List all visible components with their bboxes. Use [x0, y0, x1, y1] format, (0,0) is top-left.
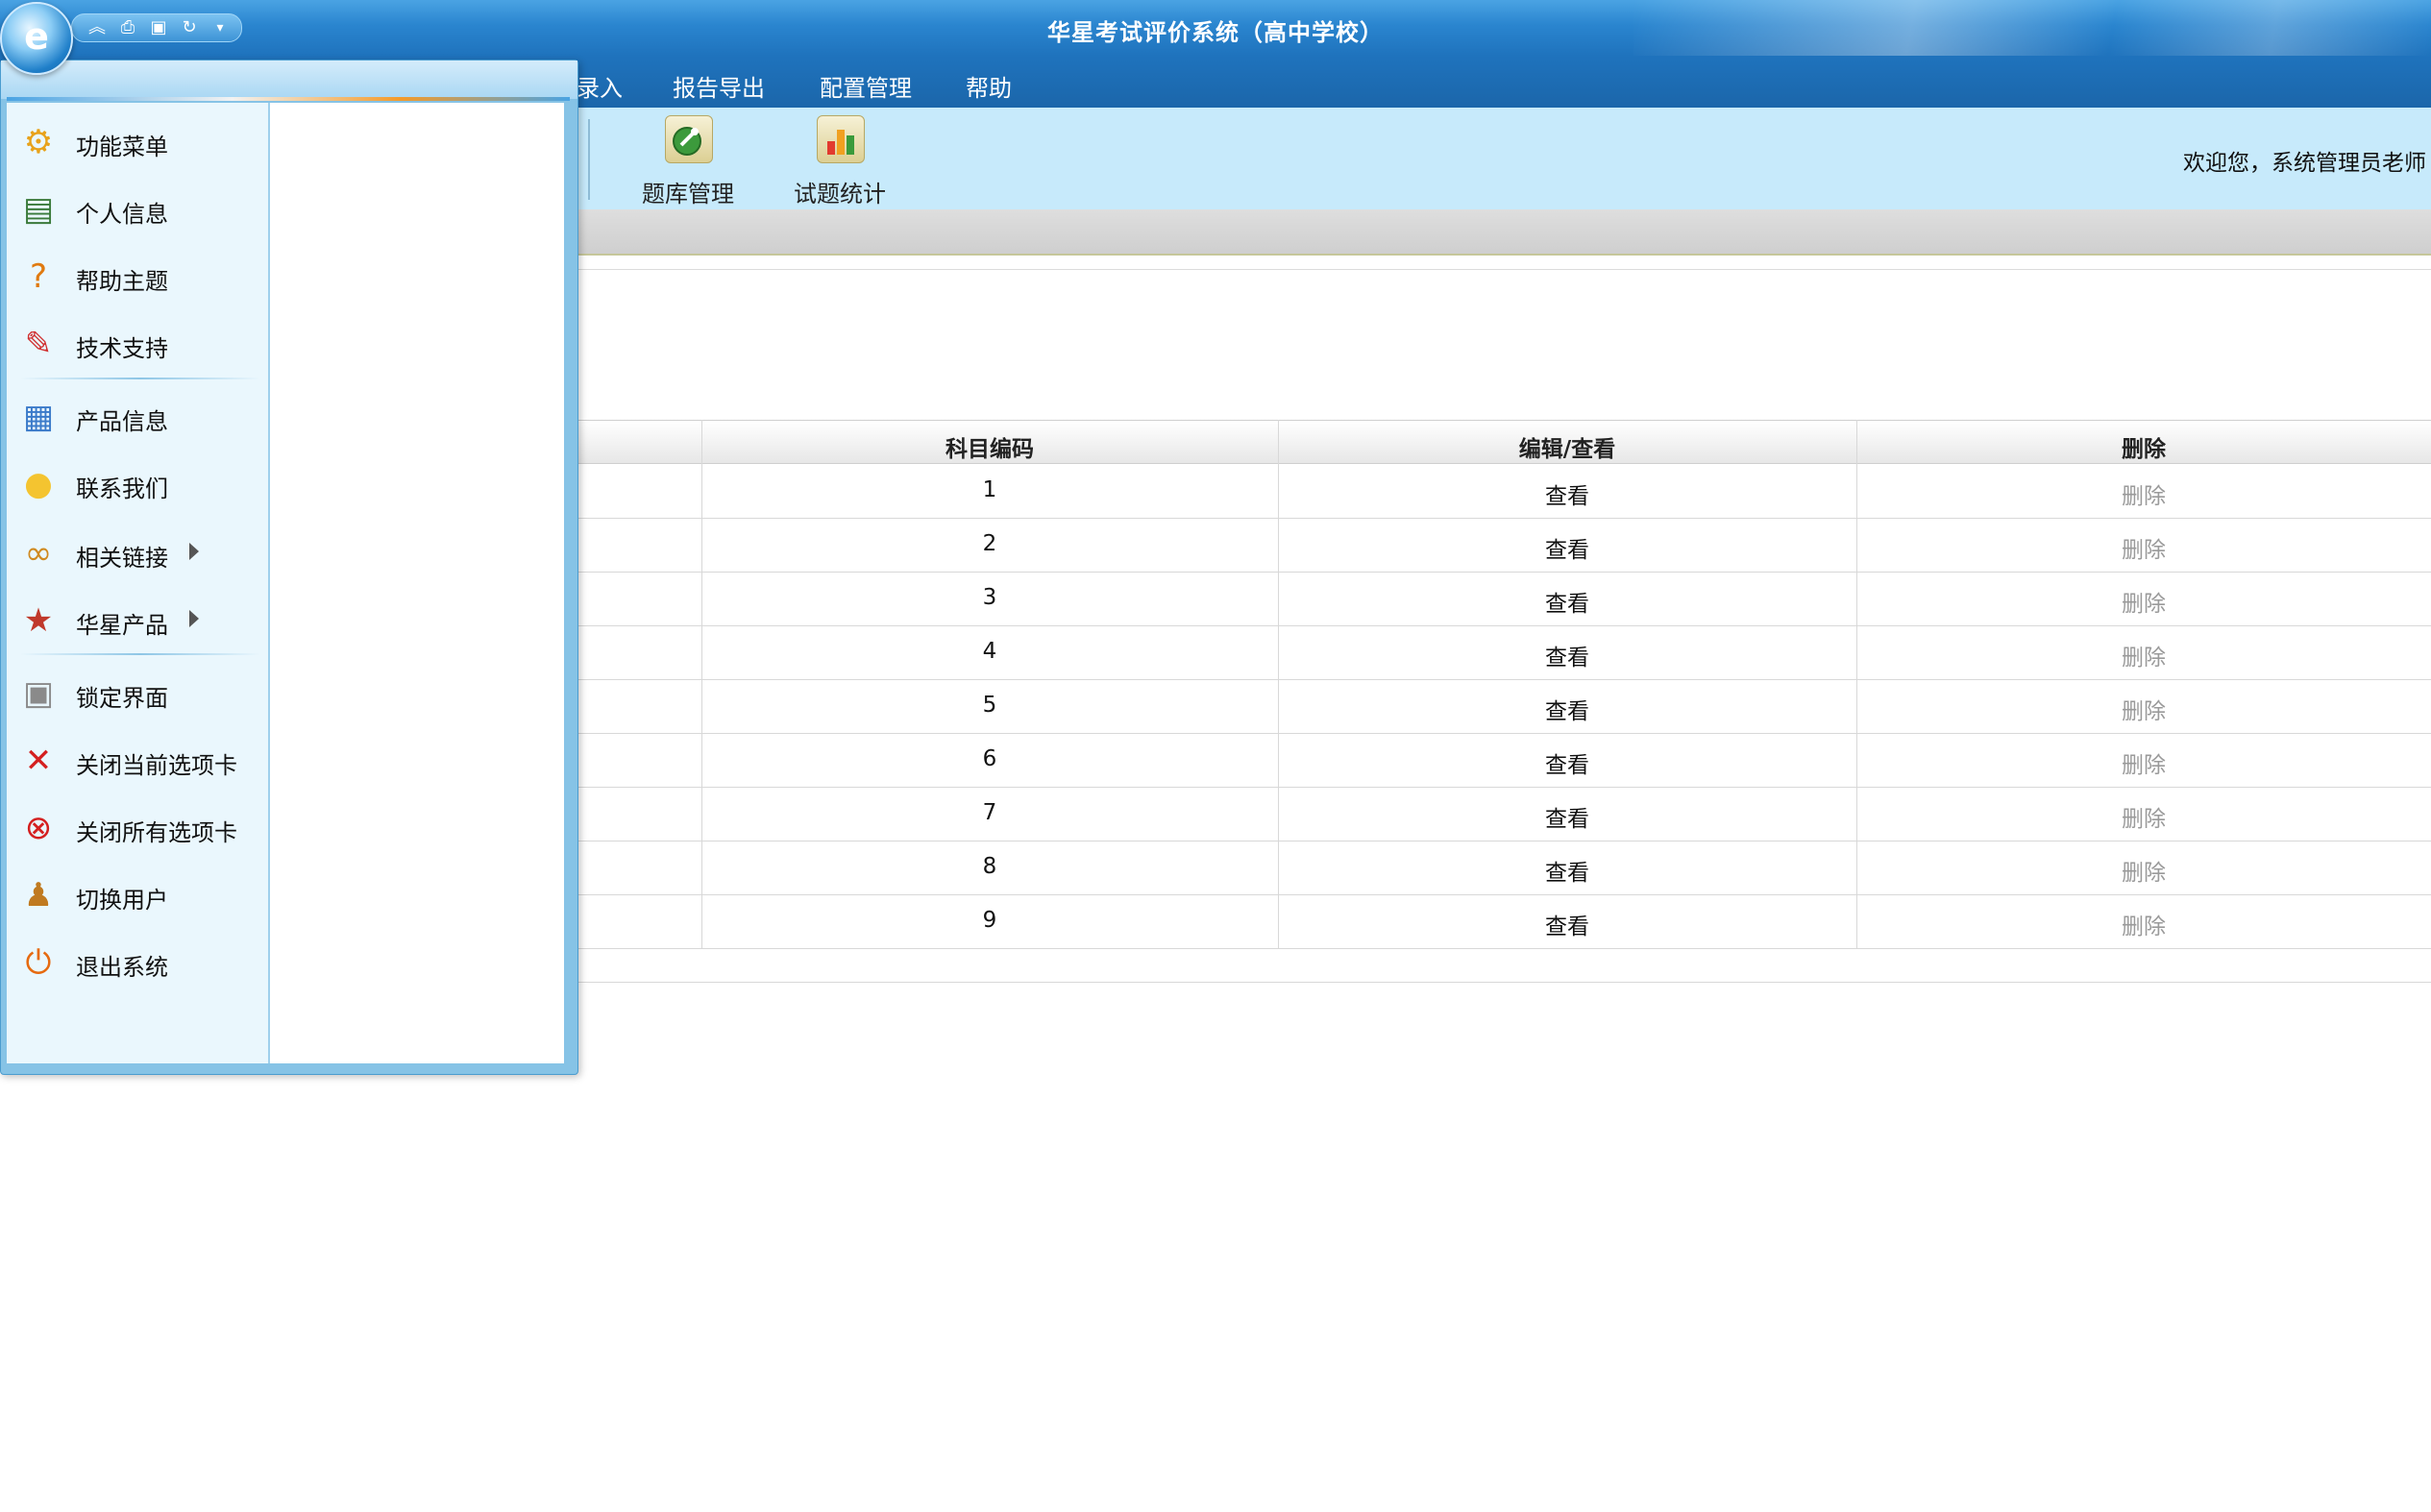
subject-code-cell: 6 — [982, 746, 997, 771]
quick-access-toolbar: ︽ ⎙ ▣ ↻ ▾ — [71, 13, 242, 42]
view-link[interactable]: 查看 — [1278, 531, 1856, 564]
link-icon: ∞ — [24, 534, 53, 573]
start-menu-separator — [20, 378, 260, 379]
start-menu-item-label: 功能菜单 — [76, 134, 168, 160]
question-stats-label: 试题统计 — [794, 181, 886, 207]
document-icon: ▦ — [22, 398, 55, 436]
start-menu: ⚙ 功能菜单 ▤ 个人信息? 帮助主题 ✎ 技术支持 ▦ 产品信息 ● 联系我们 ∞ 相关链接 ★ 华星产品… — [0, 60, 578, 1075]
view-link[interactable]: 查看 — [1278, 746, 1856, 779]
start-menu-item-label: 技术支持 — [76, 335, 168, 362]
column-header-edit-view[interactable]: 编辑/查看 — [1278, 430, 1856, 463]
column-header-subject-code[interactable]: 科目编码 — [701, 430, 1278, 463]
refresh-icon[interactable]: ↻ — [176, 16, 203, 39]
menu-item-input[interactable]: 录入 — [577, 69, 623, 103]
start-menu-item[interactable]: ▣ 锁定界面 — [11, 666, 266, 723]
submenu-arrow-icon — [189, 610, 199, 627]
subject-code-cell: 4 — [982, 639, 997, 664]
start-menu-header — [1, 61, 577, 99]
menu-item-report-export[interactable]: 报告导出 — [673, 69, 765, 103]
start-menu-item[interactable]: ⏻ 退出系统 — [11, 935, 266, 992]
gear-icon: ⚙ — [23, 123, 54, 161]
view-link[interactable]: 查看 — [1278, 639, 1856, 671]
delete-link[interactable]: 删除 — [1856, 746, 2431, 779]
question-stats-button[interactable]: 试题统计 — [773, 111, 907, 207]
app-orb-button[interactable]: e — [0, 2, 73, 75]
start-menu-item-label: 联系我们 — [76, 476, 168, 502]
subject-code-cell: 5 — [982, 693, 997, 718]
start-menu-item-label: 个人信息 — [76, 201, 168, 228]
id-card-icon: ▤ — [22, 190, 55, 229]
view-link[interactable]: 查看 — [1278, 908, 1856, 940]
start-menu-item-label: 切换用户 — [76, 887, 168, 914]
power-icon: ⏻ — [25, 943, 52, 982]
start-menu-item[interactable]: ✎ 技术支持 — [11, 316, 266, 374]
start-menu-glow-line — [7, 97, 570, 101]
start-menu-item[interactable]: ★ 华星产品 — [11, 593, 266, 650]
help-icon: ? — [29, 257, 48, 296]
toolbox-icon: ✎ — [24, 325, 53, 363]
column-header-delete[interactable]: 删除 — [1856, 430, 2431, 463]
subject-code-cell: 1 — [982, 477, 997, 502]
save-icon[interactable]: ▣ — [145, 16, 172, 39]
question-bank-label: 题库管理 — [642, 181, 734, 207]
delete-link[interactable]: 删除 — [1856, 908, 2431, 940]
start-menu-item[interactable]: ▤ 个人信息 — [11, 182, 266, 239]
start-menu-item[interactable]: ● 联系我们 — [11, 456, 266, 514]
start-menu-item-label: 锁定界面 — [76, 685, 168, 712]
delete-link[interactable]: 删除 — [1856, 477, 2431, 510]
start-menu-item-label: 帮助主题 — [76, 268, 168, 295]
view-link[interactable]: 查看 — [1278, 477, 1856, 510]
subject-code-cell: 8 — [982, 854, 997, 879]
close-all-icon: ⊗ — [24, 809, 53, 847]
delete-link[interactable]: 删除 — [1856, 585, 2431, 618]
start-menu-item-label: 相关链接 — [76, 545, 168, 572]
start-menu-item[interactable]: ⊗ 关闭所有选项卡 — [11, 800, 266, 858]
question-bank-icon — [665, 115, 713, 163]
menu-item-config[interactable]: 配置管理 — [820, 69, 912, 103]
start-menu-item-label: 华星产品 — [76, 612, 168, 639]
delete-link[interactable]: 删除 — [1856, 693, 2431, 725]
switch-user-icon: ♟ — [23, 876, 54, 915]
view-link[interactable]: 查看 — [1278, 800, 1856, 833]
toolbar-separator — [588, 119, 590, 200]
subject-code-cell: 9 — [982, 908, 997, 933]
app-logo-icon: e — [24, 15, 49, 58]
start-menu-item-label: 产品信息 — [76, 408, 168, 435]
close-tab-icon: ✕ — [24, 742, 53, 780]
question-bank-button[interactable]: 题库管理 — [621, 111, 755, 207]
start-menu-item[interactable]: ∞ 相关链接 — [11, 525, 266, 583]
print-icon[interactable]: ⎙ — [114, 16, 141, 39]
dropdown-icon[interactable]: ▾ — [207, 16, 233, 39]
delete-link[interactable]: 删除 — [1856, 800, 2431, 833]
delete-link[interactable]: 删除 — [1856, 854, 2431, 887]
medal-icon: ★ — [23, 601, 54, 640]
start-menu-item[interactable]: ⚙ 功能菜单 — [11, 114, 266, 172]
start-menu-item[interactable]: ♟ 切换用户 — [11, 867, 266, 925]
subject-code-cell: 3 — [982, 585, 997, 610]
start-menu-item-label: 关闭当前选项卡 — [76, 752, 237, 779]
delete-link[interactable]: 删除 — [1856, 639, 2431, 671]
start-menu-submenu-pane — [270, 103, 564, 1063]
view-link[interactable]: 查看 — [1278, 693, 1856, 725]
view-link[interactable]: 查看 — [1278, 585, 1856, 618]
bar-chart-icon — [817, 115, 865, 163]
view-link[interactable]: 查看 — [1278, 854, 1856, 887]
collapse-up-icon[interactable]: ︽ — [84, 16, 110, 39]
delete-link[interactable]: 删除 — [1856, 531, 2431, 564]
start-menu-separator — [20, 653, 260, 655]
submenu-arrow-icon — [189, 543, 199, 560]
subject-code-cell: 7 — [982, 800, 997, 825]
start-menu-item-label: 退出系统 — [76, 954, 168, 981]
start-menu-item[interactable]: ▦ 产品信息 — [11, 389, 266, 447]
welcome-text: 欢迎您，系统管理员老师 — [2183, 151, 2426, 176]
subject-code-cell: 2 — [982, 531, 997, 556]
start-menu-item[interactable]: ? 帮助主题 — [11, 249, 266, 306]
start-menu-item[interactable]: ✕ 关闭当前选项卡 — [11, 733, 266, 791]
window-title: 华星考试评价系统（高中学校） — [1047, 19, 1384, 46]
lightbulb-icon: ● — [24, 465, 53, 503]
start-menu-item-label: 关闭所有选项卡 — [76, 819, 237, 846]
menu-item-help[interactable]: 帮助 — [966, 69, 1012, 103]
lock-icon: ▣ — [22, 674, 55, 713]
